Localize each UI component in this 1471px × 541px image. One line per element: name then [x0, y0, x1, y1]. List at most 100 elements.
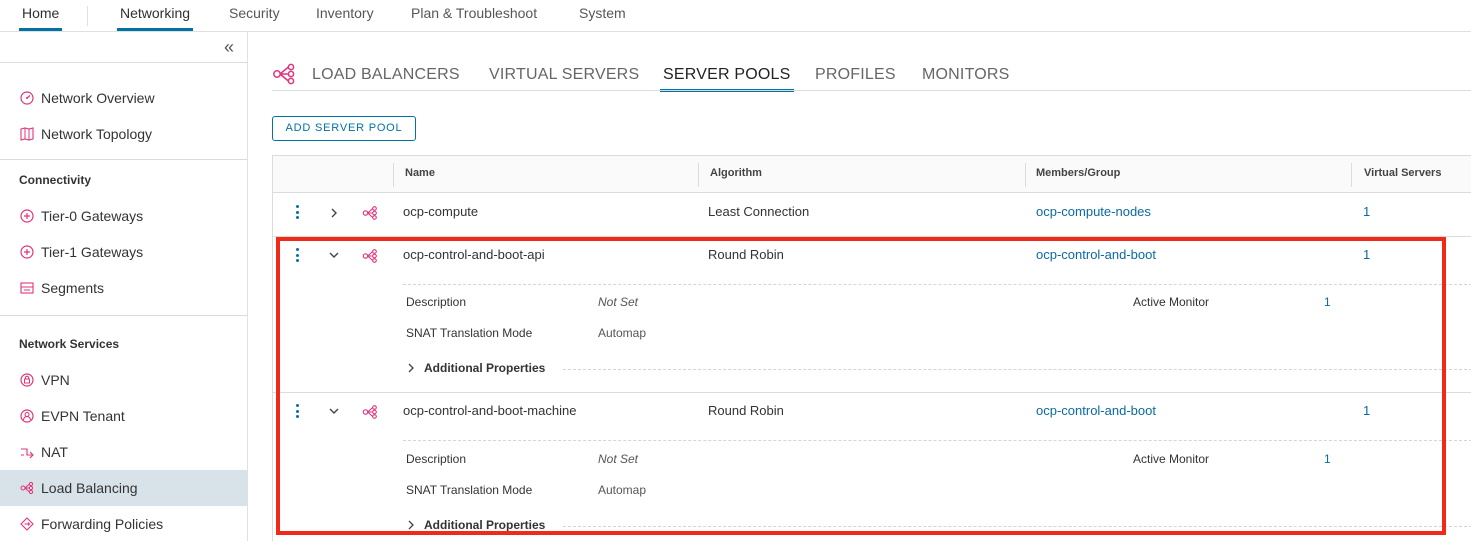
sidebar-item-network-topology[interactable]: Network Topology	[0, 116, 247, 152]
virtual-servers-count-link[interactable]: 1	[1363, 204, 1370, 219]
nav-home[interactable]: Home	[18, 0, 63, 32]
nav-plan-troubleshoot[interactable]: Plan & Troubleshoot	[411, 0, 537, 32]
gateway-icon	[19, 208, 35, 224]
collapse-sidebar-icon[interactable]: «	[219, 38, 239, 58]
column-separator	[393, 163, 394, 187]
chevron-right-icon	[408, 520, 414, 530]
sidebar-item-label: Tier-0 Gateways	[41, 208, 144, 224]
tab-virtual-servers[interactable]: VIRTUAL SERVERS	[489, 66, 639, 91]
sidebar-divider	[0, 315, 248, 316]
nav-inventory[interactable]: Inventory	[316, 0, 374, 32]
active-monitor-count-link[interactable]: 1	[1324, 295, 1331, 309]
pool-name: ocp-control-and-boot-api	[403, 247, 545, 262]
additional-properties-toggle[interactable]: Additional Properties	[406, 361, 545, 375]
load-balancer-icon	[362, 405, 377, 419]
sidebar-item-load-balancing[interactable]: Load Balancing	[0, 470, 247, 506]
snat-mode-value: Automap	[598, 326, 647, 340]
tab-monitors[interactable]: MONITORS	[922, 66, 1010, 91]
sidebar-item-nat[interactable]: NAT	[0, 434, 247, 470]
nat-icon	[19, 444, 35, 460]
sidebar-item-vpn[interactable]: VPN	[0, 362, 247, 398]
sidebar-divider	[0, 62, 248, 63]
tab-server-pools[interactable]: SERVER POOLS	[660, 66, 793, 92]
pool-name: ocp-control-and-boot-machine	[403, 403, 577, 418]
sidebar-item-label: Network Overview	[41, 90, 155, 106]
snat-mode-label: SNAT Translation Mode	[406, 326, 533, 340]
sidebar-item-label: Load Balancing	[41, 480, 138, 496]
detail-divider	[403, 284, 1471, 285]
chevron-down-icon[interactable]	[327, 404, 341, 418]
sidebar-item-label: Network Topology	[41, 126, 153, 142]
detail-divider	[563, 369, 1471, 370]
column-header-members[interactable]: Members/Group	[1036, 167, 1120, 179]
sidebar-item-evpn-tenant[interactable]: EVPN Tenant	[0, 398, 247, 434]
sidebar-item-label: Tier-1 Gateways	[41, 244, 144, 260]
sidebar-item-tier0-gateways[interactable]: Tier-0 Gateways	[0, 198, 247, 234]
virtual-servers-count-link[interactable]: 1	[1363, 247, 1370, 262]
description-value: Not Set	[598, 452, 639, 466]
sidebar-item-label: Segments	[41, 280, 105, 296]
additional-properties-label: Additional Properties	[424, 361, 546, 375]
column-separator	[698, 163, 699, 187]
nav-security[interactable]: Security	[229, 0, 280, 32]
members-group-link[interactable]: ocp-control-and-boot	[1036, 403, 1156, 418]
active-monitor-count-link[interactable]: 1	[1324, 452, 1331, 466]
active-monitor-label: Active Monitor	[1133, 452, 1210, 466]
grid-header: Name Algorithm Members/Group Virtual Ser…	[273, 156, 1471, 193]
row-divider	[273, 236, 1471, 237]
sidebar-divider	[0, 159, 248, 160]
chevron-right-icon[interactable]	[327, 206, 341, 220]
load-balancer-icon	[362, 249, 377, 263]
sidebar-item-network-overview[interactable]: Network Overview	[0, 80, 247, 116]
members-group-link[interactable]: ocp-control-and-boot	[1036, 247, 1156, 262]
column-header-name[interactable]: Name	[405, 167, 435, 179]
column-header-virtual-servers[interactable]: Virtual Servers	[1364, 167, 1441, 179]
sidebar-item-tier1-gateways[interactable]: Tier-1 Gateways	[0, 234, 247, 270]
pool-algorithm: Least Connection	[708, 204, 810, 219]
row-divider	[273, 392, 1471, 393]
pool-algorithm: Round Robin	[708, 403, 784, 418]
snat-mode-label: SNAT Translation Mode	[406, 483, 533, 497]
additional-properties-label: Additional Properties	[424, 518, 546, 532]
nav-networking[interactable]: Networking	[116, 0, 194, 32]
virtual-servers-count-link[interactable]: 1	[1363, 403, 1370, 418]
row-actions-icon[interactable]	[292, 246, 302, 264]
segments-icon	[19, 280, 35, 296]
nav-system[interactable]: System	[579, 0, 626, 32]
pool-algorithm: Round Robin	[708, 247, 784, 262]
detail-divider	[563, 526, 1471, 527]
add-server-pool-button[interactable]: ADD SERVER POOL	[272, 116, 416, 141]
row-actions-icon[interactable]	[292, 203, 302, 221]
description-value: Not Set	[598, 295, 639, 309]
column-separator	[1025, 163, 1026, 187]
vpn-icon	[19, 372, 35, 388]
tenant-icon	[19, 408, 35, 424]
tabs-divider	[272, 90, 1471, 91]
column-header-algorithm[interactable]: Algorithm	[710, 167, 762, 179]
tab-load-balancers[interactable]: LOAD BALANCERS	[312, 66, 460, 91]
sidebar-item-label: NAT	[41, 444, 68, 460]
top-navigation: Home Networking Security Inventory Plan …	[0, 0, 1471, 32]
column-separator	[1351, 163, 1352, 187]
map-icon	[19, 126, 35, 142]
load-balancer-icon	[362, 206, 377, 220]
section-heading-network-services: Network Services	[19, 337, 120, 351]
members-group-link[interactable]: ocp-compute-nodes	[1036, 204, 1151, 219]
pool-name: ocp-compute	[403, 204, 479, 219]
sidebar-item-label: EVPN Tenant	[41, 408, 125, 424]
sidebar: « Network Overview Network Topology Conn…	[0, 32, 248, 541]
load-balancer-icon	[272, 62, 296, 86]
chevron-down-icon[interactable]	[327, 248, 341, 262]
load-balancer-icon	[19, 480, 35, 496]
description-label: Description	[406, 295, 467, 309]
row-actions-icon[interactable]	[292, 402, 302, 420]
nav-divider	[87, 6, 88, 26]
tab-profiles[interactable]: PROFILES	[815, 66, 896, 91]
sidebar-item-label: Forwarding Policies	[41, 516, 164, 532]
additional-properties-toggle[interactable]: Additional Properties	[406, 518, 545, 532]
sidebar-item-forwarding-policies[interactable]: Forwarding Policies	[0, 506, 247, 541]
sidebar-item-label: VPN	[41, 372, 70, 388]
sidebar-item-segments[interactable]: Segments	[0, 270, 247, 306]
chevron-right-icon	[408, 363, 414, 373]
active-monitor-label: Active Monitor	[1133, 295, 1210, 309]
